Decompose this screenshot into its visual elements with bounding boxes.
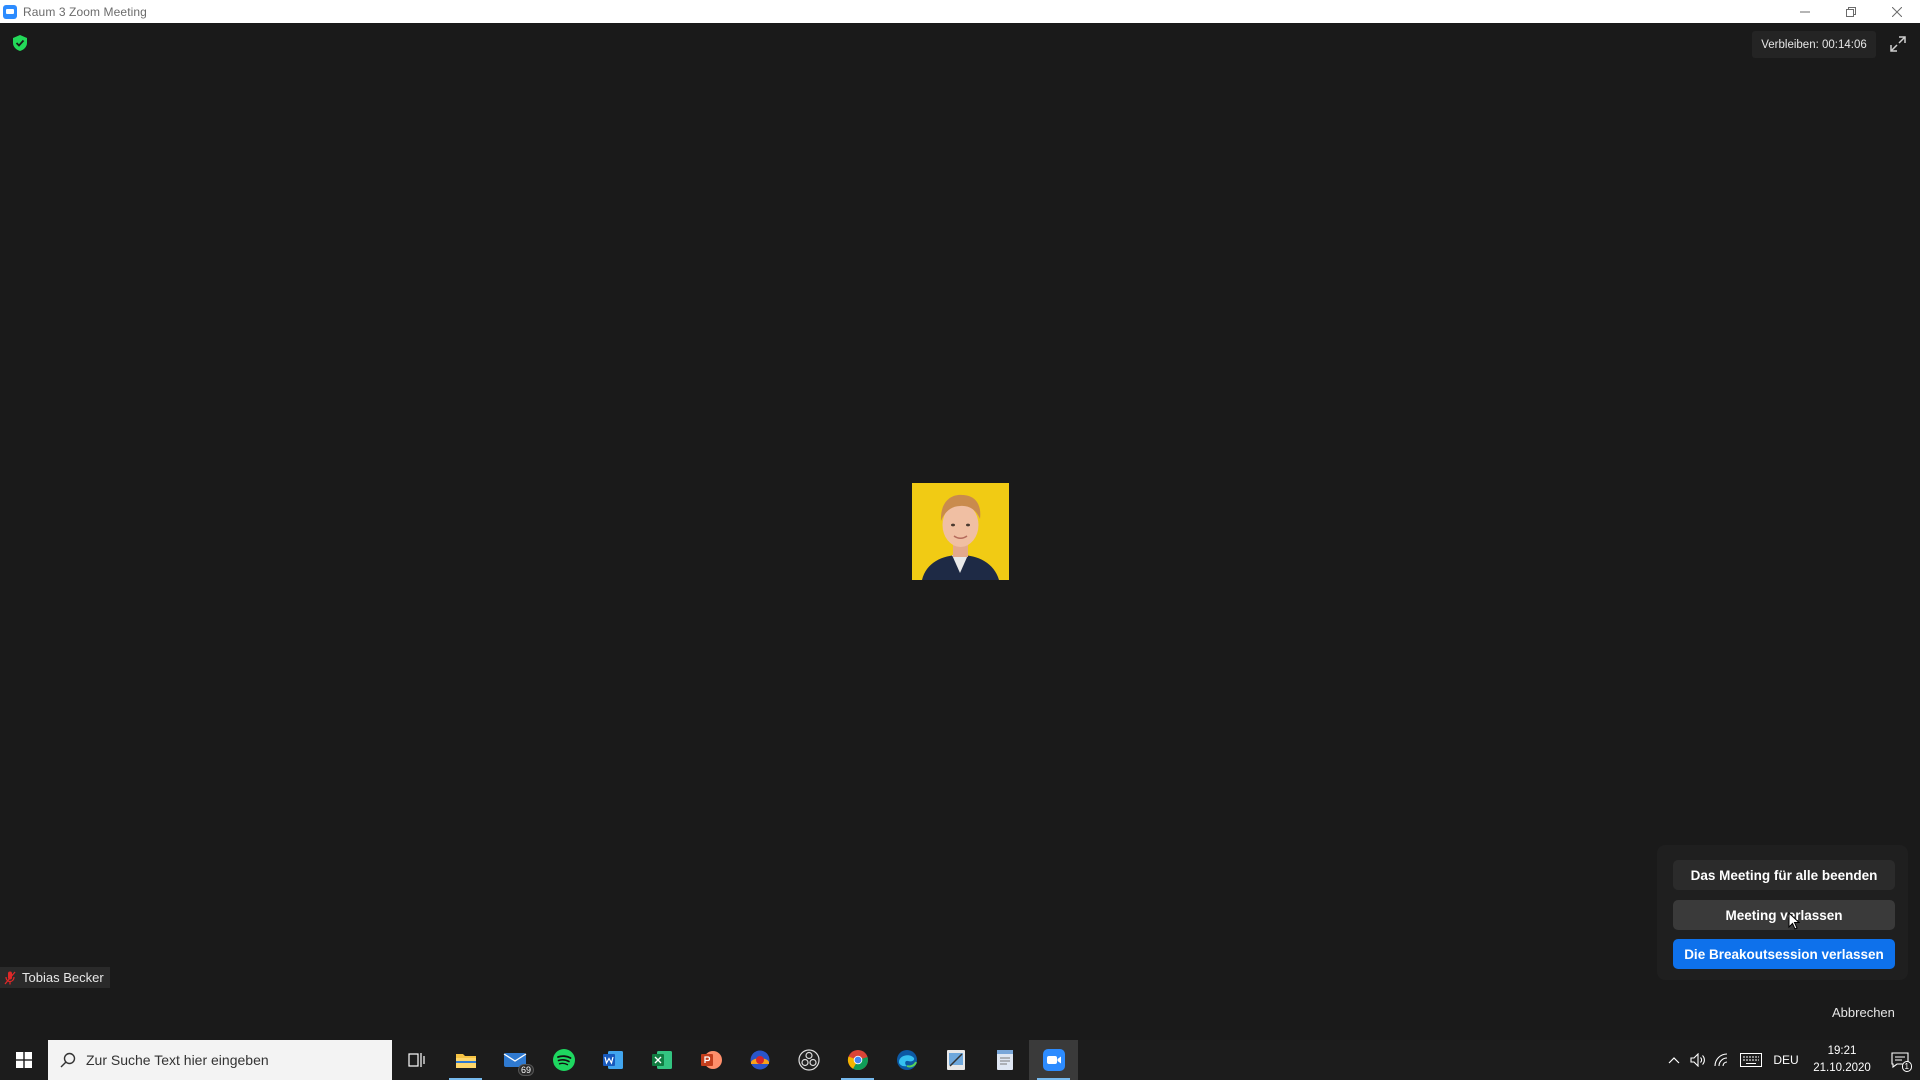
- end-meeting-for-all-button[interactable]: Das Meeting für alle beenden: [1673, 860, 1895, 890]
- taskbar-file-explorer[interactable]: [441, 1040, 490, 1080]
- mail-unread-badge: 69: [517, 1064, 534, 1076]
- end-meeting-popup: Das Meeting für alle beenden Meeting ver…: [1657, 845, 1908, 980]
- close-window-button[interactable]: [1874, 0, 1920, 23]
- excel-icon: [651, 1051, 672, 1069]
- restore-icon: [1846, 6, 1856, 17]
- colored-ring-app-icon: [750, 1050, 769, 1070]
- volume-button[interactable]: [1686, 1040, 1710, 1080]
- muted-microphone-icon: [4, 971, 16, 984]
- taskbar-edge[interactable]: [882, 1040, 931, 1080]
- obs-icon: [797, 1049, 820, 1071]
- window-title: Raum 3 Zoom Meeting: [23, 4, 147, 19]
- participant-portrait: [912, 483, 1009, 580]
- search-icon: [60, 1052, 76, 1068]
- speaker-icon: [1690, 1053, 1705, 1067]
- participant-name-tag: Tobias Becker: [0, 967, 110, 988]
- zoom-icon: [1042, 1049, 1065, 1071]
- snipping-tool-icon: [946, 1050, 965, 1070]
- word-icon: [602, 1051, 623, 1069]
- show-hidden-icons-button[interactable]: [1662, 1040, 1686, 1080]
- windows-taskbar: Zur Suche Text hier eingeben 69 DEU 19:2…: [0, 1040, 1920, 1080]
- touch-keyboard-button[interactable]: [1734, 1040, 1768, 1080]
- fullscreen-icon[interactable]: [1890, 36, 1906, 52]
- taskbar-mail[interactable]: 69: [490, 1040, 539, 1080]
- taskbar-zoom[interactable]: [1029, 1040, 1078, 1080]
- minimize-button[interactable]: [1782, 0, 1828, 23]
- taskbar-spotify[interactable]: [539, 1040, 588, 1080]
- taskbar-powerpoint[interactable]: [686, 1040, 735, 1080]
- taskbar-pinned-apps: 69: [392, 1040, 1078, 1080]
- leave-meeting-button[interactable]: Meeting verlassen: [1673, 900, 1895, 930]
- taskbar-word[interactable]: [588, 1040, 637, 1080]
- cancel-button[interactable]: Abbrechen: [1832, 1005, 1895, 1020]
- mouse-cursor-icon: [1788, 912, 1800, 930]
- remaining-time-badge: Verbleiben: 00:14:06: [1752, 31, 1876, 58]
- powerpoint-icon: [700, 1051, 722, 1069]
- start-button[interactable]: [0, 1040, 48, 1080]
- action-center-button[interactable]: 1: [1880, 1040, 1920, 1080]
- document-app-icon: [996, 1050, 1013, 1070]
- taskbar-search-box[interactable]: Zur Suche Text hier eingeben: [48, 1040, 392, 1080]
- clock-date: 21.10.2020: [1813, 1062, 1871, 1074]
- window-titlebar: Raum 3 Zoom Meeting: [0, 0, 1920, 23]
- participant-avatar: [912, 483, 1009, 580]
- taskbar-clock[interactable]: 19:21 21.10.2020: [1804, 1043, 1880, 1077]
- leave-breakout-session-button[interactable]: Die Breakoutsession verlassen: [1673, 939, 1895, 969]
- minimize-icon: [1800, 11, 1810, 12]
- windows-logo-icon: [16, 1052, 32, 1068]
- network-button[interactable]: [1710, 1040, 1734, 1080]
- taskbar-snipping-app[interactable]: [931, 1040, 980, 1080]
- taskbar-app-ring[interactable]: [735, 1040, 784, 1080]
- edge-icon: [896, 1050, 917, 1070]
- taskbar-notepad-app[interactable]: [980, 1040, 1029, 1080]
- notification-count-badge: 1: [1901, 1061, 1912, 1072]
- folder-icon: [455, 1054, 476, 1068]
- clock-time: 19:21: [1827, 1045, 1857, 1057]
- taskbar-obs[interactable]: [784, 1040, 833, 1080]
- keyboard-icon: [1740, 1053, 1762, 1067]
- participant-name: Tobias Becker: [22, 970, 104, 985]
- taskbar-excel[interactable]: [637, 1040, 686, 1080]
- system-tray: DEU 19:21 21.10.2020 1: [1662, 1040, 1920, 1080]
- task-view-icon: [407, 1053, 425, 1067]
- spotify-icon: [552, 1049, 575, 1071]
- chevron-up-icon: [1668, 1057, 1680, 1064]
- search-placeholder: Zur Suche Text hier eingeben: [86, 1052, 269, 1068]
- zoom-app-icon: [3, 4, 17, 19]
- input-language-indicator[interactable]: DEU: [1768, 1053, 1804, 1067]
- close-icon: [1892, 6, 1902, 17]
- chrome-icon: [847, 1050, 868, 1071]
- task-view-button[interactable]: [392, 1040, 441, 1080]
- taskbar-chrome[interactable]: [833, 1040, 882, 1080]
- wifi-icon: [1714, 1053, 1728, 1067]
- window-controls: [1782, 0, 1920, 23]
- restore-button[interactable]: [1828, 0, 1874, 23]
- encryption-shield-icon[interactable]: [13, 35, 27, 51]
